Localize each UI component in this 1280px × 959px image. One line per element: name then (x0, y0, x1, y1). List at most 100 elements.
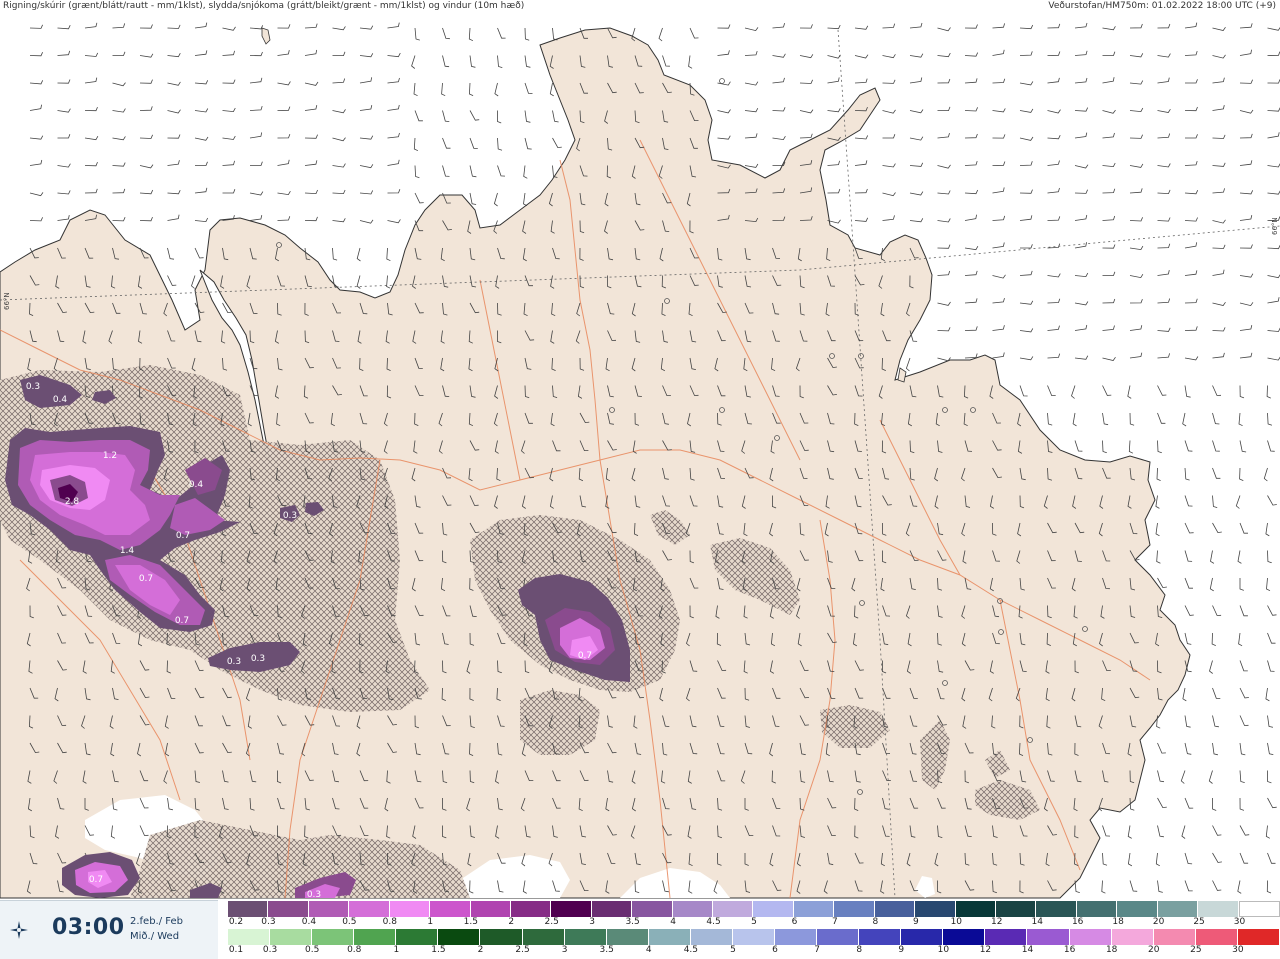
legend-label: 3.5 (600, 945, 614, 955)
legend-label: 3 (589, 917, 595, 927)
legend-label: 2 (508, 917, 514, 927)
legend-label: 7 (814, 945, 820, 955)
legend-swatch (1239, 901, 1280, 917)
precip-label: 0.7 (176, 531, 190, 541)
legend-swatch (834, 901, 874, 917)
legend-label: 10 (938, 945, 949, 955)
legend-swatch (673, 901, 713, 917)
precip-label: 0.4 (53, 395, 68, 405)
precip-label: 0.3 (227, 657, 241, 667)
legend-swatch (943, 929, 985, 945)
legend-swatch (775, 929, 817, 945)
compass-rose-icon[interactable] (9, 920, 29, 940)
precip-legend: 0.20.30.40.50.811.522.533.544.5567891012… (228, 900, 1280, 958)
legend-swatch (1036, 901, 1076, 917)
legend-label: 2.5 (515, 945, 529, 955)
legend-label: 0.8 (347, 945, 361, 955)
legend-swatch (875, 901, 915, 917)
legend-swatch (915, 901, 955, 917)
legend-swatch (1238, 929, 1280, 945)
map-title: Rigning/skúrir (grænt/blátt/rautt - mm/1… (3, 1, 524, 11)
precip-label: 1.2 (103, 451, 117, 461)
legend-label: 2.5 (545, 917, 559, 927)
precip-label: 0.3 (251, 654, 265, 664)
legend-swatch (607, 929, 649, 945)
time-panel: 03:00 2.feb./ Feb Mið./ Wed (0, 900, 218, 959)
legend-label: 20 (1148, 945, 1159, 955)
legend-label: 2 (478, 945, 484, 955)
legend-label: 14 (1031, 917, 1042, 927)
precip-label: 0.7 (578, 651, 592, 661)
legend-swatch (268, 901, 308, 917)
legend-label: 16 (1064, 945, 1075, 955)
legend-swatch (354, 929, 396, 945)
legend-swatch (1112, 929, 1154, 945)
legend-label: 0.5 (305, 945, 319, 955)
legend-label: 6 (792, 917, 798, 927)
latitude-label-right: 66°N (1271, 217, 1279, 235)
legend-swatch (228, 901, 268, 917)
legend-swatch (1158, 901, 1198, 917)
legend-swatch (312, 929, 354, 945)
legend-label: 8 (856, 945, 862, 955)
legend-swatch (551, 901, 591, 917)
legend-swatch (390, 901, 430, 917)
legend-swatch (901, 929, 943, 945)
legend-swatch (270, 929, 312, 945)
legend-label: 18 (1112, 917, 1123, 927)
precip-label: 0.3 (26, 382, 40, 392)
legend-label: 1 (427, 917, 433, 927)
legend-swatch (985, 929, 1027, 945)
legend-label: 0.3 (261, 917, 275, 927)
legend-label: 0.4 (302, 917, 316, 927)
legend-swatch (956, 901, 996, 917)
legend-swatch (691, 929, 733, 945)
legend-label: 14 (1022, 945, 1033, 955)
forecast-weekday: Mið./ Wed (130, 931, 179, 942)
legend-swatch (1198, 901, 1238, 917)
legend-label: 9 (913, 917, 919, 927)
precip-label: 2.8 (65, 497, 80, 507)
precip-label: 0.7 (175, 616, 189, 626)
legend-label: 1.5 (464, 917, 478, 927)
legend-label: 1.5 (431, 945, 445, 955)
legend-swatch (309, 901, 349, 917)
legend-label: 20 (1153, 917, 1164, 927)
legend-swatch (565, 929, 607, 945)
legend-swatch (592, 901, 632, 917)
legend-label: 0.5 (342, 917, 356, 927)
legend-label: 5 (751, 917, 757, 927)
legend-label: 0.8 (383, 917, 397, 927)
precip-label: 1.4 (120, 546, 135, 556)
legend-label: 0.2 (229, 917, 243, 927)
precip-label: 0.7 (139, 574, 153, 584)
legend-label: 30 (1234, 917, 1245, 927)
legend-label: 18 (1106, 945, 1117, 955)
legend-label: 8 (873, 917, 879, 927)
legend-label: 10 (951, 917, 962, 927)
legend-swatch (480, 929, 522, 945)
rain-color-scale (228, 929, 1280, 945)
legend-swatch (1154, 929, 1196, 945)
legend-swatch (753, 901, 793, 917)
legend-label: 4.5 (684, 945, 698, 955)
legend-swatch (438, 929, 480, 945)
legend-label: 16 (1072, 917, 1083, 927)
legend-swatch (523, 929, 565, 945)
legend-label: 5 (730, 945, 736, 955)
legend-label: 7 (832, 917, 838, 927)
precip-label: 0.4 (189, 480, 204, 490)
legend-label: 6 (772, 945, 778, 955)
legend-swatch (471, 901, 511, 917)
legend-swatch (1196, 929, 1238, 945)
model-run-info: Veðurstofan/HM750m: 01.02.2022 18:00 UTC… (1048, 1, 1276, 11)
legend-swatch (733, 929, 775, 945)
legend-label: 25 (1193, 917, 1204, 927)
legend-label: 3 (562, 945, 568, 955)
legend-label: 1 (393, 945, 399, 955)
precip-label: 0.3 (283, 511, 297, 521)
forecast-time: 03:00 (52, 915, 125, 940)
forecast-date: 2.feb./ Feb (130, 916, 183, 927)
legend-swatch (817, 929, 859, 945)
legend-swatch (396, 929, 438, 945)
